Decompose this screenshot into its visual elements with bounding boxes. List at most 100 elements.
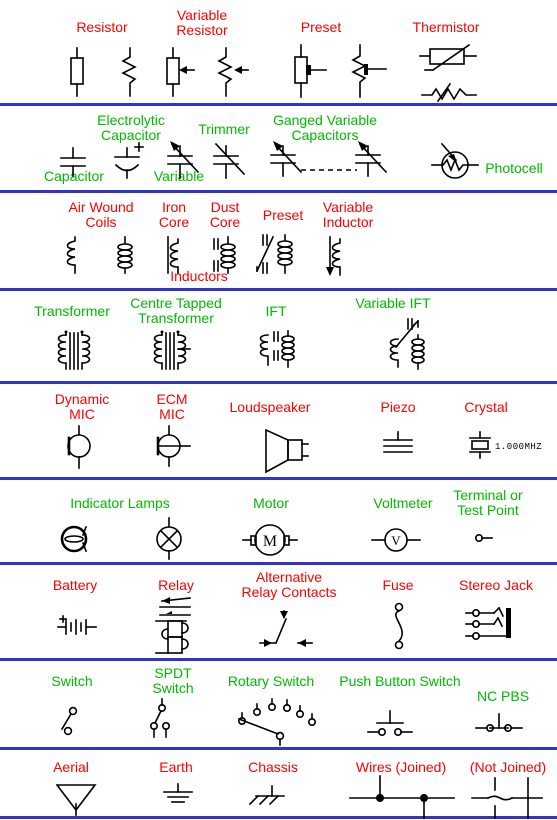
symbol-switch-spst — [56, 703, 86, 741]
label-line-2: Test Point — [457, 502, 519, 518]
symbol-variable-inductor — [322, 235, 352, 277]
label-variable-inductor: Variable Inductor — [312, 200, 384, 230]
label-stereo-jack: Stereo Jack — [459, 577, 533, 593]
label-line-1: SPDT — [154, 665, 192, 681]
label-alternative-relay-contacts: Alternative Relay Contacts — [220, 570, 358, 600]
label-line-1: Air Wound — [68, 199, 134, 215]
label-line-2: Core — [158, 214, 190, 230]
label-ift: IFT — [265, 303, 287, 319]
symbol-preset-inductor — [255, 233, 299, 277]
row-grounds-wires: Aerial Earth Chassis Wires (Joined) (Not… — [0, 750, 557, 819]
symbol-chart: Resistor Variable Resistor Preset Thermi… — [0, 0, 557, 820]
label-loudspeaker: Loudspeaker — [229, 399, 311, 415]
label-indicator-lamps: Indicator Lamps — [70, 495, 170, 511]
symbol-thermistor-box — [419, 43, 482, 72]
symbol-resistor-box — [62, 47, 92, 97]
symbol-indicator-lamp-filament — [58, 522, 94, 556]
symbol-indicator-lamp-cross — [152, 517, 188, 560]
label-photocell: Photocell — [485, 160, 543, 176]
label-thermistor: Thermistor — [412, 19, 480, 35]
symbol-switch-spdt — [146, 698, 182, 741]
label-line-1: Variable — [176, 7, 228, 23]
label-dynamic-mic: Dynamic MIC — [44, 392, 120, 422]
label-centre-tapped-transformer: Centre Tapped Transformer — [116, 296, 236, 326]
symbol-air-wound-coil-2 — [112, 235, 138, 275]
symbol-earth — [160, 782, 196, 812]
symbol-iron-core-inductor — [160, 235, 190, 275]
row-lamps-meters: Indicator Lamps Motor Voltmeter Terminal… — [0, 480, 557, 562]
label-line-1: Ganged Variable — [272, 112, 378, 128]
label-line-2: MIC — [69, 406, 95, 422]
symbol-ift — [252, 327, 302, 375]
symbol-loudspeaker — [258, 424, 310, 476]
symbol-wires-joined — [348, 775, 458, 819]
symbol-terminal-test-point — [470, 530, 500, 546]
symbol-crystal — [466, 431, 496, 462]
label-line-2: Core — [209, 214, 241, 230]
symbol-transformer — [48, 329, 102, 373]
symbol-fuse — [382, 601, 416, 651]
label-push-button-switch: Push Button Switch — [339, 673, 461, 689]
label-wires-joined: Wires (Joined) — [355, 759, 447, 775]
label-rotary-switch: Rotary Switch — [227, 673, 315, 689]
label-switch: Switch — [51, 673, 93, 689]
symbol-preset-resistor-zigzag — [348, 44, 388, 98]
label-battery: Battery — [52, 577, 98, 593]
label-line-1: Alternative — [255, 569, 323, 585]
label-piezo: Piezo — [380, 399, 416, 415]
symbol-capacitor — [58, 146, 88, 178]
label-ecm-mic: ECM MIC — [140, 392, 204, 422]
symbol-variable-resistor-box — [160, 47, 196, 97]
symbol-thermistor-zigzag — [420, 82, 482, 103]
label-line-1: ECM — [156, 391, 188, 407]
label-terminal-test-point: Terminal or Test Point — [440, 488, 536, 518]
symbol-ganged-variable-capacitors — [265, 138, 391, 182]
symbol-dynamic-mic — [62, 425, 98, 470]
label-line-1: Dynamic — [54, 391, 110, 407]
label-variable-resistor: Variable Resistor — [164, 8, 240, 38]
label-line-2: Relay Contacts — [241, 584, 337, 600]
label-air-wound-coils: Air Wound Coils — [55, 200, 147, 230]
symbol-aerial — [54, 782, 100, 816]
label-line-2: Switch — [152, 680, 194, 696]
label-voltmeter: Voltmeter — [373, 495, 433, 511]
label-nc-pbs: NC PBS — [476, 688, 530, 704]
crystal-frequency-label: 1.000MHZ — [495, 442, 543, 452]
label-line-2: Capacitor — [101, 127, 161, 143]
symbol-voltmeter: V — [368, 524, 424, 556]
label-wires-not-joined: (Not Joined) — [469, 759, 547, 775]
row-switches: Switch SPDT Switch Rotary Switch Push Bu… — [0, 661, 557, 747]
symbol-trimmer-capacitor — [208, 138, 250, 182]
label-line-1: Electrolytic — [97, 112, 165, 128]
symbol-electrolytic-capacitor — [112, 142, 146, 180]
label-earth: Earth — [159, 759, 193, 775]
symbol-wires-not-joined — [470, 776, 546, 819]
symbol-push-button-switch — [360, 709, 420, 739]
label-resistor: Resistor — [76, 19, 128, 35]
symbol-centre-tapped-transformer — [144, 329, 198, 373]
label-preset-resistor: Preset — [300, 19, 342, 35]
motor-letter: M — [263, 533, 277, 550]
symbol-alternative-relay-contacts — [250, 607, 330, 653]
label-line-2: Resistor — [176, 22, 228, 38]
label-dust-core: Dust Core — [203, 200, 247, 230]
symbol-relay — [152, 595, 200, 657]
label-fuse: Fuse — [382, 577, 414, 593]
symbol-nc-push-button-switch — [470, 709, 530, 739]
label-line-2: MIC — [159, 406, 185, 422]
row-audio: Dynamic MIC ECM MIC Loudspeaker Piezo Cr… — [0, 384, 557, 477]
label-aerial: Aerial — [53, 759, 89, 775]
symbol-rotary-switch — [232, 698, 332, 747]
symbol-stereo-jack — [464, 606, 520, 647]
label-preset-inductor: Preset — [262, 207, 304, 223]
symbol-preset-resistor-box — [288, 44, 328, 98]
label-variable-ift: Variable IFT — [355, 295, 431, 311]
symbol-variable-resistor-zigzag — [214, 47, 250, 97]
label-crystal: Crystal — [464, 399, 508, 415]
symbol-piezo — [378, 431, 418, 462]
label-relay: Relay — [158, 577, 194, 593]
symbol-motor: M — [240, 520, 300, 560]
row-transformers: Transformer Centre Tapped Transformer IF… — [0, 291, 557, 381]
label-line-1: Variable — [322, 199, 374, 215]
symbol-battery — [56, 613, 100, 641]
